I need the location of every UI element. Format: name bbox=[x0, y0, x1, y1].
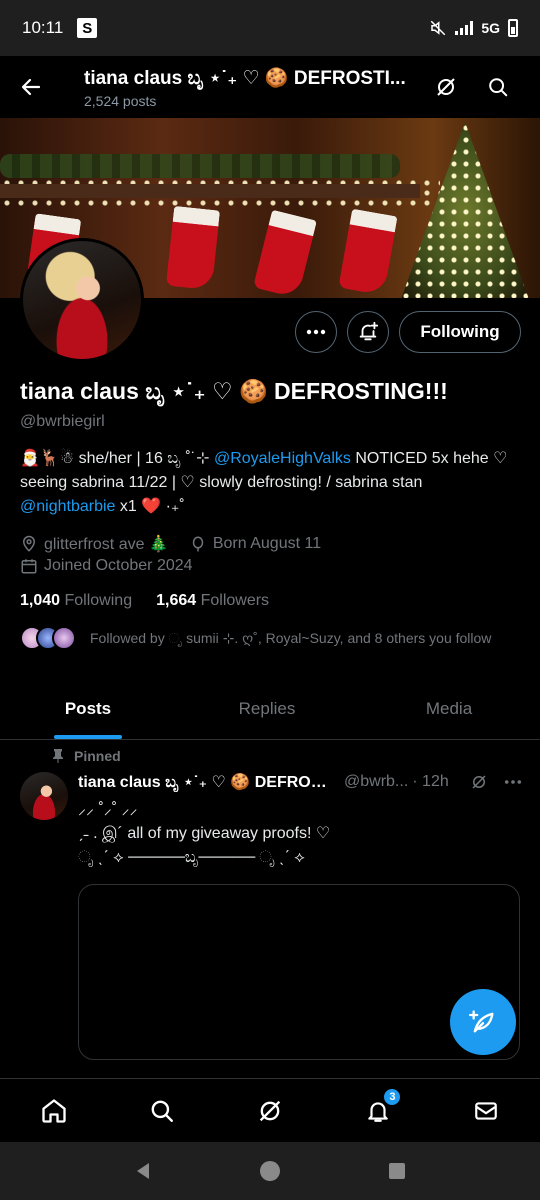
following-button[interactable]: Following bbox=[399, 311, 521, 353]
app-notification-icon: S bbox=[77, 18, 98, 38]
profile-avatar[interactable] bbox=[20, 238, 144, 362]
christmas-tree-image bbox=[400, 122, 530, 298]
notify-button[interactable] bbox=[347, 311, 389, 353]
bio-text: 🎅🦌☃ she/her | 16 ಬೃ ˚˙⊹ bbox=[20, 450, 214, 467]
bio-mention-link[interactable]: @RoyaleHighValks bbox=[214, 450, 351, 467]
network-type: 5G bbox=[481, 20, 500, 36]
notification-badge: 3 bbox=[383, 1088, 402, 1106]
following-label: Following bbox=[64, 592, 133, 609]
following-count-link[interactable]: 1,040 Following bbox=[20, 592, 132, 610]
followers-label: Followers bbox=[200, 592, 270, 609]
location-text: glitterfrost ave 🎄 bbox=[44, 536, 169, 553]
follower-avatar bbox=[52, 626, 76, 650]
search-icon bbox=[489, 78, 508, 97]
compose-feather-icon bbox=[469, 1010, 494, 1033]
birthday-icon bbox=[192, 536, 204, 552]
post-count: 2,524 posts bbox=[84, 92, 157, 109]
header-title: tiana claus ಬೃ ⋆˙₊ ♡ 🍪 DEFROSTI... bbox=[84, 67, 406, 89]
pin-icon bbox=[53, 749, 63, 763]
profile-joined: Joined October 2024 bbox=[20, 557, 193, 575]
home-icon bbox=[42, 1098, 66, 1123]
status-time: 10:11 bbox=[22, 18, 64, 37]
profile-handle: @bwrbiegirl bbox=[20, 413, 105, 430]
grok-icon bbox=[437, 78, 455, 96]
system-recents-icon[interactable] bbox=[387, 1161, 407, 1181]
nav-grok[interactable] bbox=[216, 1079, 324, 1142]
profile-header: tiana claus ಬೃ ⋆˙₊ ♡ 🍪 DEFROSTI... 2,524… bbox=[0, 56, 540, 118]
more-options-button[interactable] bbox=[295, 311, 337, 353]
system-back-icon[interactable] bbox=[133, 1161, 153, 1181]
mute-icon bbox=[431, 20, 446, 36]
tab-posts[interactable]: Posts bbox=[0, 678, 176, 739]
status-bar: 10:11 S 5G bbox=[0, 0, 540, 56]
grok-icon[interactable] bbox=[470, 773, 488, 791]
post-author[interactable]: tiana claus ಬೃ ⋆˙₊ ♡ 🍪 DEFROSTING!!! bbox=[78, 772, 336, 792]
birthday-text: Born August 11 bbox=[212, 535, 322, 552]
bio-mention-link[interactable]: @nightbarbie bbox=[20, 498, 115, 515]
compose-button[interactable] bbox=[450, 989, 516, 1055]
following-count: 1,040 bbox=[20, 592, 61, 609]
search-icon bbox=[151, 1100, 173, 1122]
signal-icon bbox=[455, 21, 474, 35]
back-arrow-icon bbox=[21, 78, 41, 96]
nav-messages[interactable] bbox=[432, 1079, 540, 1142]
header-text: tiana claus ಬೃ ⋆˙₊ ♡ 🍪 DEFROSTI... 2,524… bbox=[62, 66, 420, 109]
post-header: tiana claus ಬೃ ⋆˙₊ ♡ 🍪 DEFROSTING!!! @bw… bbox=[78, 772, 522, 792]
grok-button[interactable] bbox=[420, 56, 472, 118]
tab-replies[interactable]: Replies bbox=[176, 678, 358, 739]
post-more-icon[interactable] bbox=[504, 779, 522, 785]
followed-by[interactable]: Followed by ೃ sumii ⊹. ღ˚, Royal~Suzy, a… bbox=[20, 626, 491, 650]
bottom-nav: 3 bbox=[0, 1078, 540, 1142]
profile-tabs: Posts Replies Media bbox=[0, 678, 540, 740]
mail-icon bbox=[475, 1101, 497, 1120]
calendar-icon bbox=[21, 559, 37, 574]
status-icons: 5G bbox=[429, 19, 518, 37]
joined-text: Joined October 2024 bbox=[44, 557, 193, 574]
post-text: ⸝⸝ ˚⸝˚ ⸝⸝ ˏ˗ . இ´ all of my giveaway pro… bbox=[78, 801, 331, 866]
profile-name: tiana claus ಬೃ ⋆˙₊ ♡ 🍪 DEFROSTING!!! bbox=[20, 378, 448, 404]
pinned-text: Pinned bbox=[74, 748, 121, 764]
nav-notifications[interactable]: 3 bbox=[324, 1079, 432, 1142]
system-home-icon[interactable] bbox=[259, 1160, 281, 1182]
nav-search[interactable] bbox=[108, 1079, 216, 1142]
bell-plus-icon bbox=[359, 321, 379, 341]
post-handle: @bwrb... bbox=[344, 773, 409, 790]
followed-by-text: Followed by ೃ sumii ⊹. ღ˚, Royal~Suzy, a… bbox=[90, 629, 492, 646]
followers-count-link[interactable]: 1,664 Followers bbox=[156, 592, 269, 610]
stocking-image bbox=[253, 209, 317, 298]
more-icon bbox=[306, 329, 326, 335]
profile-bio: 🎅🦌☃ she/her | 16 ಬೃ ˚˙⊹ @RoyaleHighValks… bbox=[20, 447, 520, 519]
bio-text: x1 ❤️ ·₊˚ bbox=[115, 498, 185, 515]
pinned-label: Pinned bbox=[52, 748, 121, 764]
tab-media[interactable]: Media bbox=[358, 678, 540, 739]
grok-icon bbox=[259, 1100, 281, 1121]
search-button[interactable] bbox=[472, 56, 524, 118]
location-icon bbox=[22, 535, 36, 552]
stocking-image bbox=[338, 208, 398, 296]
post-time: · 12h bbox=[412, 773, 449, 790]
followers-count: 1,664 bbox=[156, 592, 197, 609]
profile-meta: glitterfrost ave 🎄 Born August 11 bbox=[20, 534, 321, 554]
post-avatar[interactable] bbox=[20, 772, 68, 820]
back-button[interactable] bbox=[0, 56, 62, 118]
follow-counts: 1,040 Following 1,664 Followers bbox=[20, 592, 269, 610]
nav-home[interactable] bbox=[0, 1079, 108, 1142]
stocking-image bbox=[165, 205, 221, 291]
battery-icon bbox=[508, 19, 518, 37]
system-nav-bar bbox=[0, 1142, 540, 1200]
